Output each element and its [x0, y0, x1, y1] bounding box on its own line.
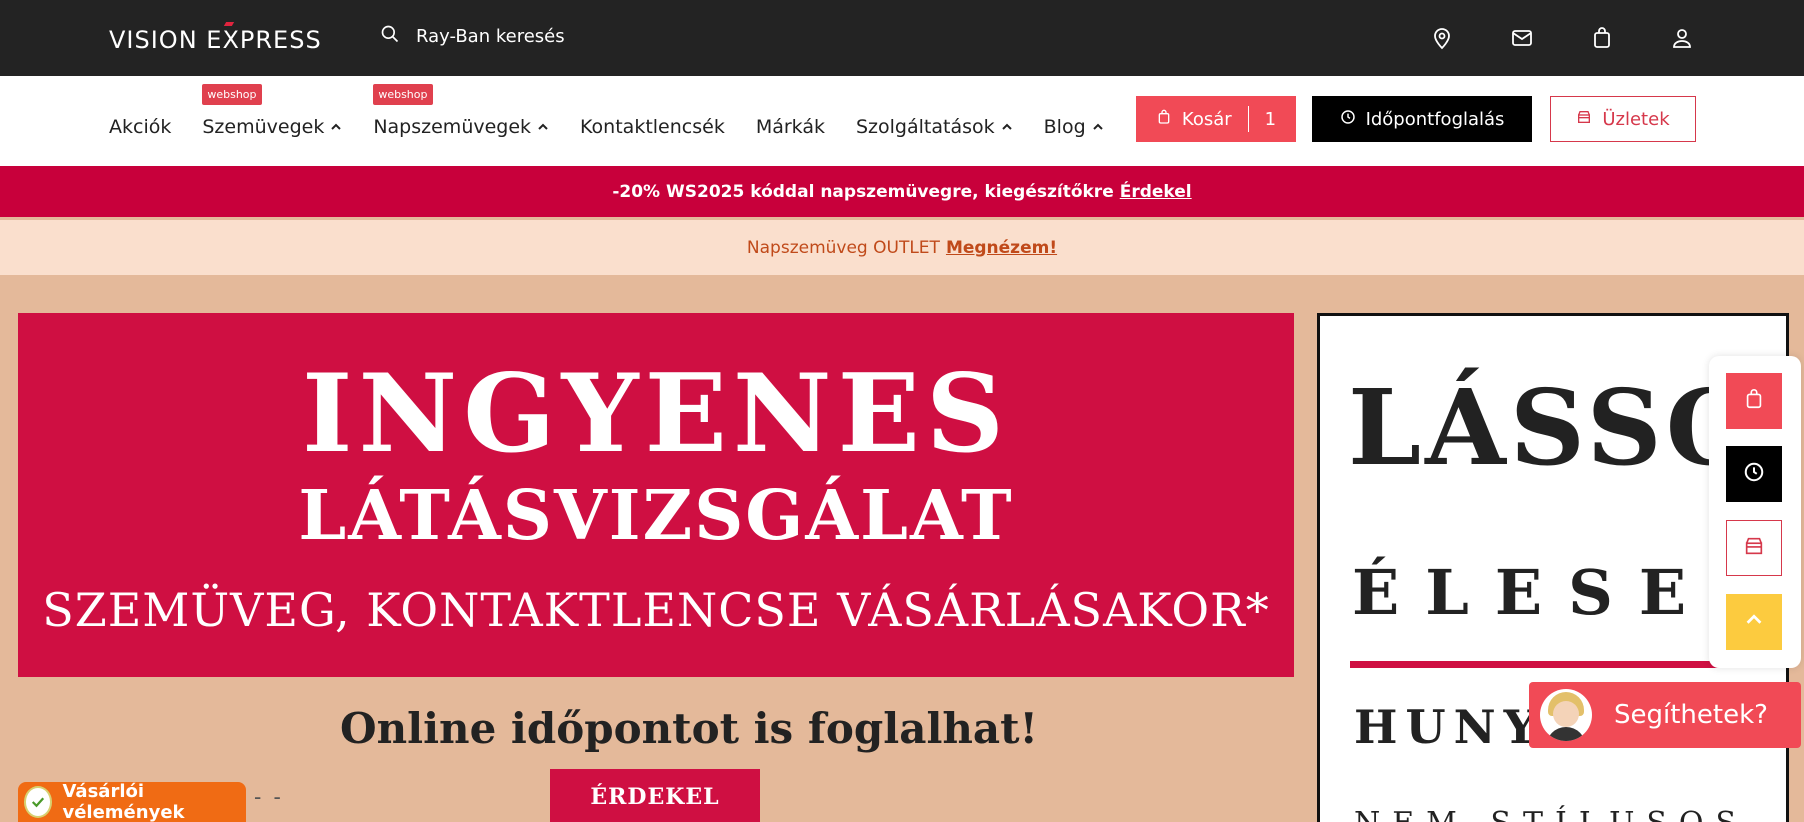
- nav-item-kontaktlencsek[interactable]: Kontaktlencsék: [580, 116, 725, 138]
- chat-label: Segíthetek?: [1614, 700, 1768, 730]
- float-cart-button[interactable]: [1726, 373, 1782, 429]
- chat-avatar: [1540, 689, 1592, 741]
- bag-icon[interactable]: [1588, 24, 1616, 52]
- float-appointment-button[interactable]: [1726, 446, 1782, 502]
- nav-item-label: Blog: [1043, 116, 1086, 138]
- main-nav: Akciók webshop Szemüvegek webshop Napsze…: [0, 76, 1804, 166]
- eye-chart-divider: [1350, 661, 1770, 668]
- hero-subtitle: LÁTÁSVIZSGÁLAT: [298, 476, 1014, 556]
- promo-link-megnezem[interactable]: Megnézem!: [946, 238, 1057, 258]
- promo-text: -20% WS2025 kóddal napszemüvegre, kiegés…: [612, 181, 1114, 202]
- chevron-up-icon: [1092, 116, 1104, 138]
- chat-widget[interactable]: Segíthetek?: [1529, 682, 1801, 748]
- webshop-badge: webshop: [202, 84, 262, 105]
- clock-icon: [1340, 109, 1356, 130]
- vision-express-logo[interactable]: VISION EXPRESS: [109, 26, 322, 54]
- chevron-up-icon: [537, 116, 549, 138]
- cart-count: 1: [1264, 108, 1277, 130]
- store-icon: [1576, 109, 1592, 130]
- check-seal-icon: [24, 786, 53, 818]
- search-icon: [380, 24, 400, 49]
- clock-icon: [1743, 461, 1765, 488]
- nav-item-blog[interactable]: Blog: [1044, 116, 1104, 138]
- logo-text-x: X: [222, 26, 240, 54]
- nav-item-label: Akciók: [109, 116, 172, 138]
- nav-item-label: Kontaktlencsék: [580, 116, 725, 138]
- chevron-up-icon: [1001, 116, 1013, 138]
- hero-tagline: SZEMÜVEG, KONTAKTLENCSE VÁSÁRLÁSAKOR*: [42, 583, 1270, 637]
- hero-online-text: Online időpontot is foglalhat!: [340, 704, 1038, 753]
- stores-label: Üzletek: [1602, 108, 1670, 130]
- cart-divider: [1247, 106, 1249, 132]
- nav-item-szemuvegek[interactable]: webshop Szemüvegek: [202, 84, 342, 138]
- location-pin-icon[interactable]: [1428, 24, 1456, 52]
- nav-item-label: Szolgáltatások: [856, 116, 995, 138]
- logo-text-left: VISION E: [109, 26, 223, 54]
- eye-chart-line-4: NEM STÍLUSOS: [1354, 806, 1748, 822]
- nav-item-label: Napszemüvegek: [373, 116, 532, 138]
- nav-item-markak[interactable]: Márkák: [756, 116, 825, 138]
- promo-banner-discount: -20% WS2025 kóddal napszemüvegre, kiegés…: [0, 166, 1804, 217]
- nav-item-label: Szemüvegek: [202, 116, 325, 138]
- promo-link-erdekel[interactable]: Érdekel: [1120, 182, 1192, 202]
- float-stores-button[interactable]: [1726, 520, 1782, 576]
- search-bar[interactable]: Ray-Ban keresés: [380, 24, 565, 49]
- scroll-to-top-button[interactable]: [1726, 594, 1782, 650]
- nav-item-napszemuvegek[interactable]: webshop Napszemüvegek: [373, 84, 549, 138]
- customer-reviews-tab[interactable]: Vásárlói vélemények: [18, 781, 246, 822]
- promo-banner-outlet: Napszemüveg OUTLET Megnézem!: [0, 220, 1804, 275]
- hero-banner[interactable]: INGYENES LÁTÁSVIZSGÁLAT SZEMÜVEG, KONTAK…: [18, 313, 1294, 677]
- search-input[interactable]: Ray-Ban keresés: [416, 26, 565, 47]
- chevron-up-icon: [330, 116, 342, 138]
- webshop-badge: webshop: [373, 84, 433, 105]
- promo-text: Napszemüveg OUTLET: [746, 237, 940, 258]
- cart-label: Kosár: [1181, 108, 1232, 130]
- store-icon: [1743, 535, 1765, 562]
- appointment-label: Időpontfoglalás: [1365, 108, 1505, 130]
- cart-button[interactable]: Kosár 1: [1136, 96, 1296, 142]
- carousel-dots[interactable]: - -: [254, 784, 284, 810]
- user-icon[interactable]: [1668, 24, 1696, 52]
- hero-title: INGYENES: [302, 351, 1010, 477]
- hero-erdekel-button[interactable]: ÉRDEKEL: [550, 769, 760, 822]
- stores-button[interactable]: Üzletek: [1550, 96, 1696, 142]
- nav-item-label: Márkák: [755, 116, 825, 138]
- nav-item-szolgaltatasok[interactable]: Szolgáltatások: [856, 116, 1013, 138]
- bag-icon: [1743, 388, 1765, 415]
- chevron-up-icon: [1743, 609, 1765, 636]
- top-bar: VISION EXPRESS Ray-Ban keresés: [0, 0, 1804, 76]
- reviews-label: Vásárlói vélemények: [62, 781, 185, 822]
- appointment-button[interactable]: Időpontfoglalás: [1312, 96, 1532, 142]
- bag-icon: [1156, 109, 1172, 130]
- floating-action-panel: [1709, 356, 1801, 668]
- nav-item-akciok[interactable]: Akciók: [109, 116, 171, 138]
- logo-text-right: PRESS: [239, 26, 322, 54]
- mail-icon[interactable]: [1508, 24, 1536, 52]
